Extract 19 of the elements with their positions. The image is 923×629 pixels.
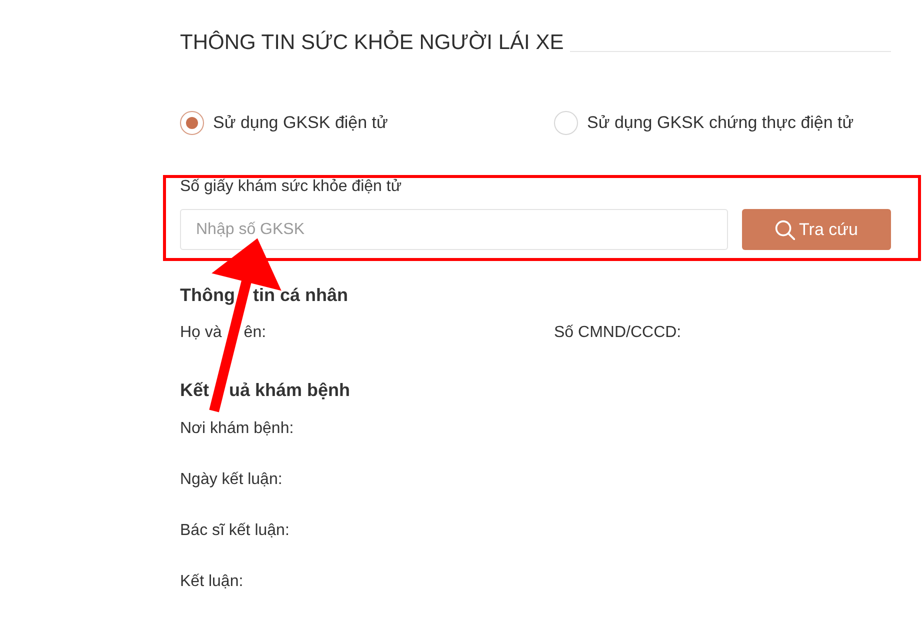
radio-button[interactable] xyxy=(180,111,204,135)
section-heading: uả khám bệnh xyxy=(229,379,350,401)
field-label: Bác sĩ kết luận: xyxy=(180,521,290,541)
field-label: ên: xyxy=(244,323,266,343)
field-label: Họ và xyxy=(180,323,222,343)
section-title: THÔNG TIN SỨC KHỎE NGƯỜI LÁI XE xyxy=(180,30,564,55)
field-label: Kết luận: xyxy=(180,572,244,592)
section-heading: tin cá nhân xyxy=(252,284,348,306)
radio-label[interactable]: Sử dụng GKSK chứng thực điện tử xyxy=(587,112,854,134)
field-label: Số giấy khám sức khỏe điện tử xyxy=(180,177,402,197)
field-label: Nơi khám bệnh: xyxy=(180,419,294,439)
search-icon xyxy=(775,220,796,240)
section-heading: Thông xyxy=(180,284,235,306)
radio-button[interactable] xyxy=(554,111,578,135)
section-heading: Kết xyxy=(180,379,210,401)
radio-label[interactable]: Sử dụng GKSK điện tử xyxy=(213,112,388,134)
field-label: Ngày kết luận: xyxy=(180,470,282,490)
field-label: Số CMND/CCCD: xyxy=(554,323,682,343)
input-field[interactable]: Nhập số GKSK xyxy=(180,209,728,250)
